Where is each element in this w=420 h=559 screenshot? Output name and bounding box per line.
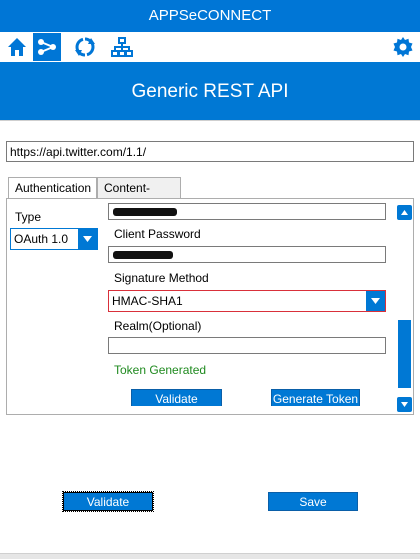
window-title: APPSeCONNECT bbox=[0, 0, 420, 32]
tab-authentication[interactable]: Authentication bbox=[8, 177, 97, 200]
client-password-field[interactable] bbox=[108, 246, 386, 263]
client-key-field[interactable] bbox=[108, 203, 386, 220]
toolbar bbox=[0, 32, 420, 62]
hierarchy-icon[interactable] bbox=[108, 33, 136, 61]
signature-method-value: HMAC-SHA1 bbox=[112, 294, 183, 308]
type-label: Type bbox=[15, 210, 42, 224]
validate-button[interactable]: Validate bbox=[62, 491, 154, 512]
auth-type-value: OAuth 1.0 bbox=[14, 232, 69, 246]
auth-fields-scroll: Client Password Signature Method HMAC-SH… bbox=[108, 200, 394, 406]
footer-divider bbox=[0, 553, 420, 559]
validate-auth-button[interactable]: Validate bbox=[131, 389, 222, 406]
scroll-up-icon[interactable] bbox=[397, 205, 412, 220]
sync-icon[interactable] bbox=[71, 33, 99, 61]
connect-icon[interactable] bbox=[33, 33, 61, 61]
client-password-label: Client Password bbox=[114, 227, 201, 241]
token-status: Token Generated bbox=[114, 363, 207, 377]
home-icon[interactable] bbox=[3, 33, 31, 61]
page-title: Generic REST API bbox=[0, 62, 420, 120]
auth-type-select[interactable]: OAuth 1.0 bbox=[10, 228, 98, 250]
authentication-panel: Type OAuth 1.0 Client Password Signature… bbox=[6, 198, 414, 415]
signature-method-select[interactable]: HMAC-SHA1 bbox=[108, 290, 386, 312]
redacted-value bbox=[113, 208, 177, 216]
vertical-scrollbar[interactable] bbox=[396, 201, 413, 413]
tab-content-type[interactable]: Content-Type bbox=[97, 177, 181, 215]
gear-icon[interactable] bbox=[389, 33, 417, 61]
realm-input[interactable] bbox=[108, 337, 386, 354]
save-button[interactable]: Save bbox=[268, 492, 358, 511]
signature-method-label: Signature Method bbox=[114, 271, 209, 285]
scrollbar-thumb[interactable] bbox=[398, 320, 411, 388]
chevron-down-icon[interactable] bbox=[78, 229, 97, 249]
redacted-value bbox=[113, 251, 173, 259]
url-input[interactable] bbox=[6, 141, 414, 162]
realm-label: Realm(Optional) bbox=[114, 319, 202, 333]
chevron-down-icon[interactable] bbox=[366, 291, 385, 311]
generate-token-button[interactable]: Generate Token bbox=[271, 389, 360, 406]
scroll-down-icon[interactable] bbox=[397, 397, 412, 412]
content-area: Authentication Content-Type Type OAuth 1… bbox=[0, 120, 420, 559]
